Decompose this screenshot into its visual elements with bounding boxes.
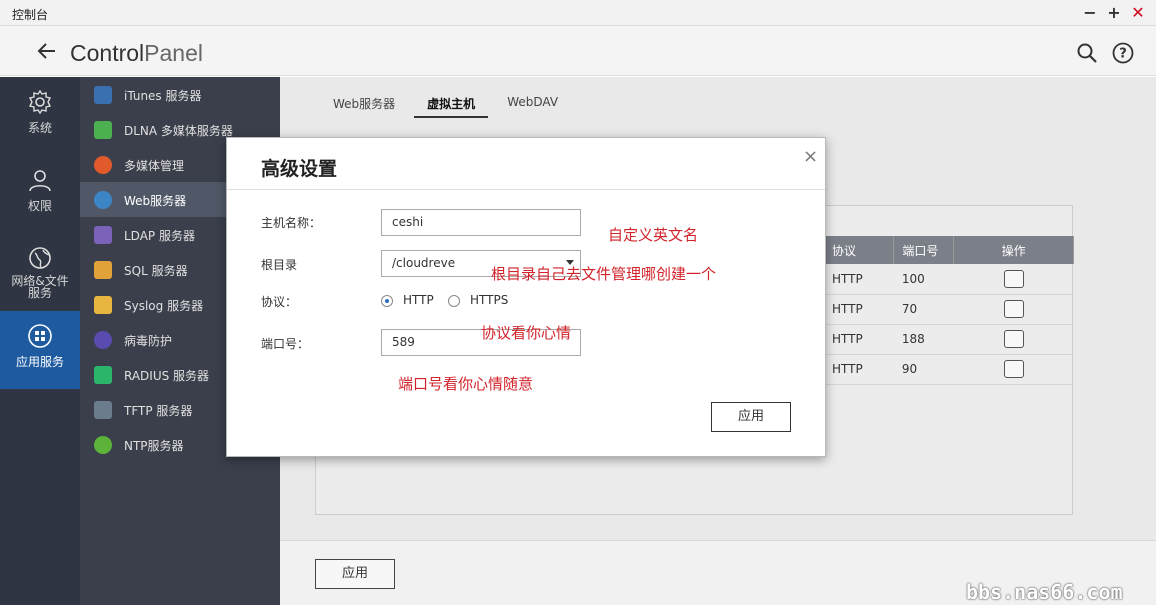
menu-item-label: iTunes 服务器 — [124, 89, 202, 103]
virtual-host-table: 协议 端口号 操作 HTTP 100 HTTP 70 HTTP 188 HTTP… — [824, 236, 1074, 385]
rail-item-apps[interactable]: 应用服务 — [0, 311, 80, 389]
app-title: ControlPanel — [70, 40, 203, 67]
film-reel-icon — [94, 156, 112, 174]
svg-text:?: ? — [1119, 47, 1127, 62]
dialog-divider — [227, 189, 825, 190]
annotation-port: 端口号看你心情随意 — [398, 375, 534, 393]
rail-label: 系统 — [27, 121, 52, 135]
tab-bar: Web服务器 虚拟主机 WebDAV — [320, 91, 577, 118]
menu-item-label: 病毒防护 — [124, 334, 173, 348]
menu-item-label: Web服务器 — [124, 194, 187, 208]
annotation-hostname: 自定义英文名 — [608, 226, 699, 244]
clock-icon — [94, 436, 112, 454]
maximize-button[interactable]: + — [1104, 3, 1124, 23]
app-title-light: Panel — [144, 40, 203, 66]
menu-item-label: LDAP 服务器 — [124, 229, 195, 243]
edit-icon[interactable] — [1003, 300, 1024, 318]
port-label: 端口号： — [261, 337, 310, 351]
table-row: HTTP 90 — [824, 354, 1074, 385]
column-header-port: 端口号 — [893, 236, 955, 264]
tab-virtual-host[interactable]: 虚拟主机 — [414, 91, 489, 118]
window-title: 控制台 — [12, 8, 49, 22]
web-globe-icon — [94, 191, 112, 209]
ldap-icon — [94, 226, 112, 244]
database-icon — [94, 261, 112, 279]
edit-icon[interactable] — [1003, 269, 1024, 288]
edit-icon[interactable] — [1003, 330, 1024, 348]
apply-button[interactable]: 应用 — [315, 559, 395, 589]
menu-item-label: SQL 服务器 — [124, 264, 188, 278]
apps-icon — [28, 324, 52, 348]
rail-item-network[interactable]: 网络&文件服务 — [0, 233, 80, 311]
rail-item-permissions[interactable]: 权限 — [0, 155, 80, 233]
cell-port: 70 — [893, 294, 954, 325]
cell-action — [953, 324, 1074, 355]
cell-protocol: HTTP — [824, 294, 894, 325]
dlna-icon — [94, 121, 112, 139]
watermark: bbs.nas66.com — [966, 580, 1123, 604]
app-header: ControlPanel ? — [0, 26, 1156, 76]
table-row: HTTP 70 — [824, 294, 1074, 325]
dialog-title: 高级设置 — [261, 158, 338, 180]
edit-icon[interactable] — [1003, 360, 1024, 378]
rail-label: 应用服务 — [15, 355, 64, 369]
back-arrow-icon[interactable] — [36, 40, 58, 62]
table-row: HTTP 100 — [824, 264, 1074, 295]
rail-item-system[interactable]: 系统 — [0, 77, 80, 155]
hostname-input[interactable]: ceshi — [381, 209, 581, 236]
close-window-button[interactable]: ✕ — [1128, 3, 1148, 23]
rail-label: 网络&文件服务 — [11, 274, 69, 300]
cell-action — [953, 354, 1074, 385]
root-dir-value: /cloudreve — [392, 256, 456, 270]
window-controls: − + ✕ — [1080, 3, 1148, 23]
root-dir-label: 根目录 — [261, 258, 298, 272]
table-row: HTTP 188 — [824, 324, 1074, 355]
cell-port: 100 — [893, 264, 954, 295]
minimize-button[interactable]: − — [1080, 3, 1100, 23]
tab-web-server[interactable]: Web服务器 — [320, 91, 408, 118]
advanced-settings-dialog: 高级设置 × 主机名称： ceshi 根目录 /cloudreve 协议： HT… — [226, 137, 826, 457]
menu-item-label: 多媒体管理 — [124, 159, 185, 173]
radio-https-label: HTTPS — [470, 293, 509, 307]
close-icon[interactable]: × — [803, 146, 818, 167]
tab-webdav[interactable]: WebDAV — [494, 91, 571, 118]
cell-port: 188 — [893, 324, 954, 355]
cell-protocol: HTTP — [824, 264, 894, 295]
menu-item-label: Syslog 服务器 — [124, 299, 204, 313]
annotation-root: 根目录自己去文件管理哪创建一个 — [491, 265, 717, 283]
radio-https[interactable] — [448, 295, 460, 307]
search-icon[interactable] — [1076, 42, 1098, 64]
menu-item-label: TFTP 服务器 — [124, 404, 193, 418]
menu-item-itunes[interactable]: iTunes 服务器 — [80, 77, 280, 112]
menu-item-label: DLNA 多媒体服务器 — [124, 124, 233, 138]
hostname-label: 主机名称： — [261, 216, 322, 230]
wifi-icon — [94, 366, 112, 384]
tftp-icon — [94, 401, 112, 419]
itunes-icon — [94, 86, 112, 104]
virus-icon — [94, 331, 112, 349]
cell-action — [953, 294, 1074, 325]
radio-http-label: HTTP — [403, 293, 434, 307]
app-title-bold: Control — [70, 40, 145, 66]
window-titlebar: 控制台 − + ✕ — [0, 0, 1156, 26]
radio-http[interactable] — [381, 295, 393, 307]
annotation-protocol: 协议看你心情 — [481, 324, 572, 342]
menu-item-label: RADIUS 服务器 — [124, 369, 210, 383]
dialog-apply-button[interactable]: 应用 — [711, 402, 791, 432]
cell-protocol: HTTP — [824, 354, 894, 385]
cell-protocol: HTTP — [824, 324, 894, 355]
envelope-icon — [94, 296, 112, 314]
primary-nav: 系统 权限 网络&文件服务 应用服务 — [0, 77, 80, 605]
globe-icon — [29, 247, 51, 269]
column-header-protocol: 协议 — [824, 236, 895, 264]
rail-label: 权限 — [27, 199, 52, 213]
user-icon — [29, 170, 51, 192]
cell-action — [953, 264, 1074, 295]
cell-port: 90 — [893, 354, 954, 385]
menu-item-label: NTP服务器 — [124, 439, 184, 453]
gear-icon — [28, 89, 52, 115]
column-header-action: 操作 — [953, 236, 1074, 264]
protocol-label: 协议： — [261, 295, 298, 309]
help-icon[interactable]: ? — [1112, 42, 1134, 64]
